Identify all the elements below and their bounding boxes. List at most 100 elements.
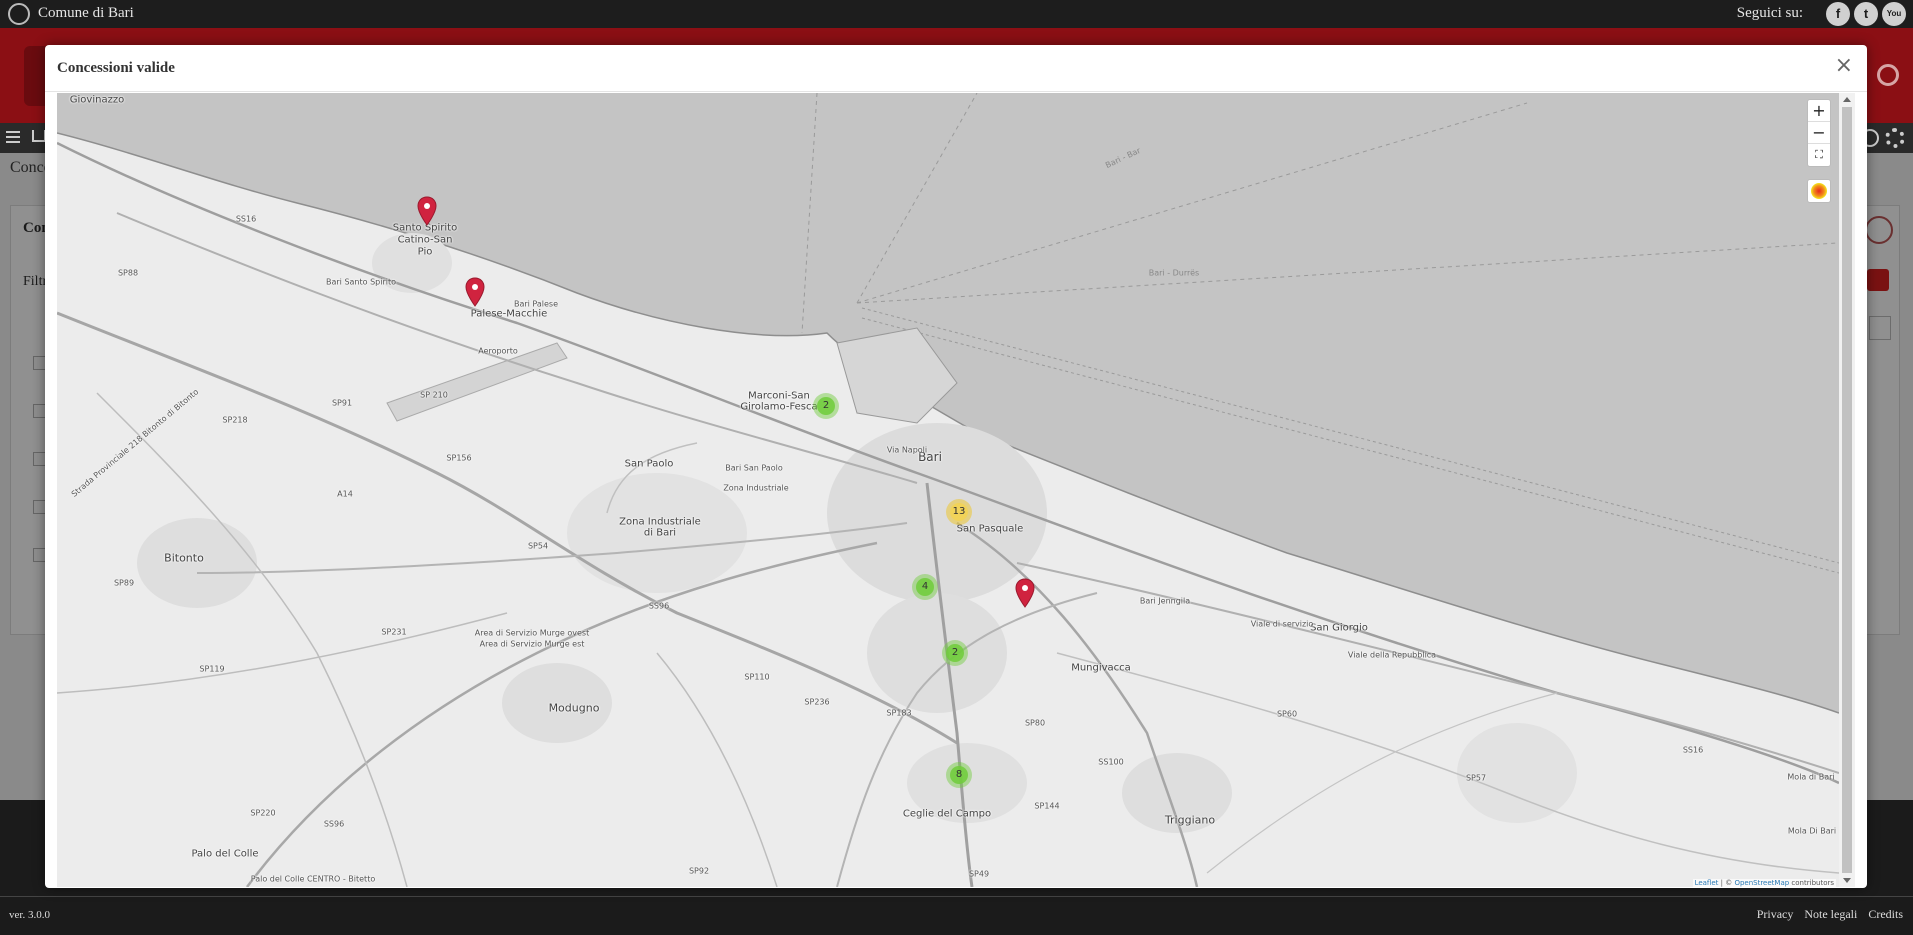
road-label: Via Napoli (886, 445, 928, 455)
road-label: SP220 (250, 808, 276, 818)
road-label: SS96 (323, 819, 345, 829)
leaflet-link[interactable]: Leaflet (1695, 879, 1719, 887)
road-label: SP231 (381, 627, 407, 637)
cluster-count: 8 (950, 766, 968, 784)
follow-label: Seguici su: (1736, 5, 1803, 21)
road-label: Bari Palese (513, 299, 559, 309)
road-label: SP91 (331, 398, 353, 408)
footer-link-privacy[interactable]: Privacy (1757, 907, 1794, 921)
road-label: SP57 (1465, 773, 1487, 783)
twitter-icon[interactable]: t (1854, 2, 1878, 26)
place-label: San Paolo (624, 458, 674, 470)
road-label: SP80 (1024, 718, 1046, 728)
cluster-count: 13 (950, 503, 968, 521)
road-label: Viale di servizio (1250, 619, 1314, 629)
road-label: SP88 (117, 268, 139, 278)
scroll-up-icon[interactable] (1843, 97, 1851, 102)
place-label: Bitonto (164, 551, 204, 565)
footer-links: Privacy Note legali Credits (1749, 907, 1903, 922)
road-label: Area di Servizio Murge est (479, 639, 585, 649)
road-label: Aeroporto (478, 346, 518, 356)
top-bar: Comune di Bari Seguici su: f t You (0, 0, 1913, 28)
footer-link-credits[interactable]: Credits (1868, 907, 1903, 921)
map-marker-icon[interactable] (1015, 578, 1035, 608)
marker-cluster[interactable]: 4 (912, 574, 938, 600)
attribution-tail: contributors (1789, 879, 1834, 887)
place-label: Zona Industriale (619, 516, 701, 528)
road-label: Viale della Repubblica (1347, 650, 1437, 660)
road-label: Bari Jenngila (1139, 596, 1191, 606)
cluster-count: 2 (946, 644, 964, 662)
zoom-out-button[interactable]: − (1808, 122, 1830, 144)
road-label: SP110 (744, 672, 770, 682)
facebook-icon[interactable]: f (1826, 2, 1850, 26)
place-label: Palo del Colle (191, 848, 259, 860)
road-label: A14 (337, 489, 353, 499)
road-label: SP60 (1276, 709, 1298, 719)
osm-link[interactable]: OpenStreetMap (1734, 879, 1789, 887)
road-label: Area di Servizio Murge ovest (474, 628, 590, 638)
place-label: Mungivacca (1071, 662, 1131, 674)
attribution-sep: | © (1718, 879, 1735, 887)
road-label: SS16 (1682, 745, 1704, 755)
leaflet-map[interactable]: Giovinazzo Santo Spirito Catino-San Pio … (57, 93, 1839, 887)
close-icon[interactable]: × (1835, 55, 1853, 77)
road-label: Bari San Paolo (725, 463, 783, 473)
marker-cluster[interactable]: 13 (946, 499, 972, 525)
road-label: SS16 (235, 214, 257, 224)
heatmap-toggle-button[interactable] (1807, 179, 1831, 203)
place-label: Modugno (548, 701, 600, 715)
marker-cluster[interactable]: 2 (942, 640, 968, 666)
marker-cluster[interactable]: 8 (946, 762, 972, 788)
cluster-count: 2 (817, 397, 835, 415)
place-label: Palese-Macchie (470, 308, 548, 320)
road-label: SP92 (688, 866, 710, 876)
map-pin-button[interactable] (1865, 216, 1893, 244)
scroll-down-icon[interactable] (1843, 878, 1851, 883)
road-label: SP119 (199, 664, 225, 674)
modal-body: Giovinazzo Santo Spirito Catino-San Pio … (57, 93, 1855, 887)
road-label: SP 210 (420, 390, 448, 400)
road-label: SP49 (968, 869, 990, 879)
place-label: San Pasquale (956, 523, 1024, 535)
zoom-control: + − ⛶ (1807, 99, 1831, 167)
zoom-in-button[interactable]: + (1808, 100, 1830, 122)
footer-link-legal[interactable]: Note legali (1804, 907, 1857, 921)
modal-title: Concessioni valide (57, 60, 175, 76)
road-label: Bari Santo Spirito (326, 277, 396, 287)
road-label: Zona Industriale (723, 483, 789, 493)
place-label: San Giorgio (1310, 622, 1368, 634)
version-label: ver. 3.0.0 (9, 909, 50, 921)
map-attribution: Leaflet | © OpenStreetMap contributors (1692, 879, 1836, 887)
place-label: Catino-San (397, 234, 453, 246)
filter-select[interactable] (1869, 316, 1891, 340)
map-marker-icon[interactable] (465, 277, 485, 307)
site-name[interactable]: Comune di Bari (38, 5, 134, 22)
home-icon[interactable] (32, 130, 46, 142)
road-label: SP144 (1034, 801, 1060, 811)
heatmap-icon (1811, 183, 1827, 199)
map-marker-icon[interactable] (417, 196, 437, 226)
cluster-count: 4 (916, 578, 934, 596)
place-label: Triggiano (1164, 813, 1216, 827)
youtube-icon[interactable]: You (1882, 2, 1906, 26)
gear-icon[interactable] (1885, 128, 1905, 148)
place-label: Girolamo-Fesca (740, 401, 818, 413)
marker-cluster[interactable]: 2 (813, 393, 839, 419)
road-label: Palo del Colle CENTRO - Bitetto (250, 874, 376, 884)
modal-scrollbar[interactable] (1839, 93, 1855, 887)
fullscreen-icon[interactable]: ⛶ (1808, 144, 1830, 166)
ferry-route-label: Bari - Durrës (1148, 268, 1200, 278)
pdf-export-button[interactable] (1867, 269, 1889, 291)
modal-header: Concessioni valide × (45, 45, 1867, 92)
footer-divider (0, 896, 1913, 897)
road-label: SP89 (113, 578, 135, 588)
place-label: di Bari (643, 527, 677, 539)
road-label: SP218 (222, 415, 248, 425)
menu-icon[interactable] (6, 131, 20, 133)
road-label: Mola di Bari (1787, 772, 1835, 782)
power-icon[interactable] (1877, 64, 1899, 86)
scrollbar-thumb[interactable] (1842, 107, 1852, 873)
road-label: Mola Di Bari (1787, 826, 1837, 836)
road-label: SS96 (648, 601, 670, 611)
